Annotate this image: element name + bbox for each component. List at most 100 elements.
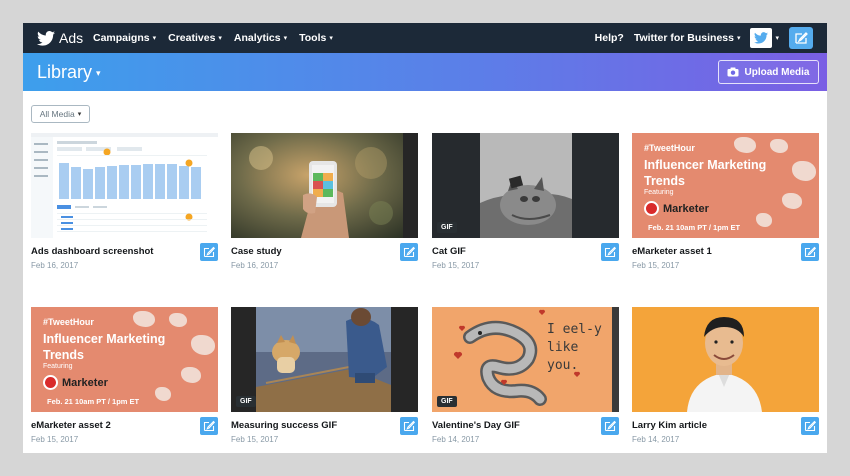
- paper-decoration: [770, 139, 788, 153]
- paper-decoration: [155, 387, 171, 401]
- twitter-for-business-menu[interactable]: Twitter for Business ▾: [634, 32, 741, 44]
- edit-pencil-icon: [804, 246, 816, 258]
- chevron-down-icon: ▾: [218, 35, 222, 42]
- promo-featuring: Featuring: [644, 189, 674, 196]
- paper-decoration: [782, 193, 802, 209]
- edit-pencil-icon: [604, 246, 616, 258]
- media-thumbnail[interactable]: GIF: [432, 133, 619, 238]
- media-thumbnail[interactable]: [31, 133, 218, 238]
- camera-icon: [727, 67, 739, 77]
- edit-media-button[interactable]: [200, 417, 218, 435]
- library-title-dropdown[interactable]: Library ▾: [37, 53, 101, 91]
- account-switcher[interactable]: ▾: [750, 28, 779, 48]
- paper-decoration: [133, 311, 155, 327]
- promo-headline: Influencer Marketing Trends: [43, 332, 166, 362]
- media-thumbnail[interactable]: #TweetHour Influencer Marketing Trends F…: [632, 133, 819, 238]
- emarketer-logo-icon: [43, 375, 58, 390]
- twitter-for-business-label: Twitter for Business: [633, 32, 734, 44]
- edit-media-button[interactable]: [801, 417, 819, 435]
- edit-media-button[interactable]: [400, 243, 418, 261]
- chevron-down-icon: ▾: [775, 35, 779, 42]
- nav-creatives[interactable]: Creatives ▾: [168, 32, 222, 44]
- portrait-photo-image: [632, 307, 819, 412]
- promo-datetime: Feb. 21 10am PT / 1pm ET: [648, 223, 741, 232]
- media-thumbnail[interactable]: #TweetHour Influencer Marketing Trends F…: [31, 307, 218, 412]
- edit-media-button[interactable]: [801, 243, 819, 261]
- paper-decoration: [734, 137, 756, 153]
- edit-pencil-icon: [403, 420, 415, 432]
- chevron-down-icon: ▾: [329, 35, 333, 42]
- edit-pencil-icon: [604, 420, 616, 432]
- media-date: Feb 15, 2017: [632, 261, 680, 270]
- brand[interactable]: Ads: [37, 23, 83, 53]
- media-thumbnail[interactable]: I eel-y like you. GIF: [432, 307, 619, 412]
- media-thumbnail[interactable]: [632, 307, 819, 412]
- paper-decoration: [169, 313, 187, 327]
- edit-pencil-icon: [203, 420, 215, 432]
- media-date: Feb 14, 2017: [432, 435, 480, 444]
- valentine-caption: I eel-y like you.: [547, 322, 602, 373]
- gif-badge: GIF: [437, 396, 457, 407]
- edit-media-button[interactable]: [601, 417, 619, 435]
- media-date: Feb 14, 2017: [632, 435, 680, 444]
- chevron-down-icon: ▾: [77, 111, 82, 118]
- chevron-down-icon: ▾: [152, 35, 157, 42]
- media-title: Case study: [231, 246, 282, 257]
- promo-datetime: Feb. 21 10am PT / 1pm ET: [47, 397, 140, 406]
- chevron-down-icon: ▾: [96, 68, 101, 78]
- nav-campaigns-label: Campaigns: [93, 32, 150, 44]
- nav-tools[interactable]: Tools ▾: [299, 32, 333, 44]
- media-thumbnail[interactable]: [231, 133, 418, 238]
- media-date: Feb 15, 2017: [432, 261, 480, 270]
- media-filter-select[interactable]: All Media ▾: [31, 105, 90, 123]
- page-title: Library: [37, 61, 93, 82]
- app-frame: Ads Campaigns ▾ Creatives ▾ Analytics ▾ Too…: [23, 23, 827, 453]
- dog-gif-image: [231, 307, 418, 412]
- media-title: Measuring success GIF: [231, 420, 338, 431]
- upload-media-button[interactable]: Upload Media: [718, 60, 819, 84]
- compose-button[interactable]: [789, 27, 813, 49]
- twitter-bird-icon: [37, 30, 55, 46]
- media-date: Feb 16, 2017: [231, 261, 279, 270]
- nav-tools-label: Tools: [299, 32, 327, 44]
- edit-media-button[interactable]: [601, 243, 619, 261]
- upload-media-label: Upload Media: [744, 66, 810, 78]
- twitter-bird-icon: [754, 32, 769, 44]
- paper-decoration: [792, 161, 816, 181]
- media-thumbnail[interactable]: GIF: [231, 307, 418, 412]
- top-nav: Ads Campaigns ▾ Creatives ▾ Analytics ▾ Too…: [23, 23, 827, 53]
- edit-pencil-icon: [804, 420, 816, 432]
- promo-hashtag: #TweetHour: [644, 143, 695, 153]
- library-header: Library ▾ Upload Media: [23, 53, 827, 91]
- chevron-down-icon: ▾: [736, 35, 741, 42]
- paper-decoration: [191, 335, 215, 355]
- account-avatar: [750, 28, 773, 48]
- edit-media-button[interactable]: [200, 243, 218, 261]
- promo-featuring: Featuring: [43, 363, 73, 370]
- nav-analytics[interactable]: Analytics ▾: [234, 32, 287, 44]
- nav-right: Help? Twitter for Business ▾ ▾: [595, 23, 813, 53]
- gif-badge: GIF: [437, 222, 457, 233]
- paper-decoration: [181, 367, 201, 383]
- media-title: Ads dashboard screenshot: [31, 246, 154, 257]
- nav-analytics-label: Analytics: [233, 32, 281, 44]
- promo-hashtag: #TweetHour: [43, 317, 94, 327]
- emarketer-logo-icon: [644, 201, 659, 216]
- media-date: Feb 16, 2017: [31, 261, 79, 270]
- media-title: eMarketer asset 2: [31, 420, 111, 431]
- edit-pencil-icon: [403, 246, 415, 258]
- help-link[interactable]: Help?: [595, 32, 624, 44]
- gif-badge: GIF: [236, 396, 256, 407]
- emarketer-logo-text: Marketer: [62, 376, 108, 389]
- edit-media-button[interactable]: [400, 417, 418, 435]
- compose-icon: [795, 32, 808, 44]
- nav-campaigns[interactable]: Campaigns ▾: [93, 32, 156, 44]
- media-date: Feb 15, 2017: [31, 435, 79, 444]
- media-date: Feb 15, 2017: [231, 435, 279, 444]
- media-title: eMarketer asset 1: [632, 246, 712, 257]
- cat-gif-image: [432, 133, 619, 238]
- chevron-down-icon: ▾: [283, 35, 288, 42]
- nav-menu: Campaigns ▾ Creatives ▾ Analytics ▾ Tools ▾: [93, 23, 333, 53]
- nav-creatives-label: Creatives: [168, 32, 216, 44]
- media-filter-label: All Media: [39, 109, 75, 119]
